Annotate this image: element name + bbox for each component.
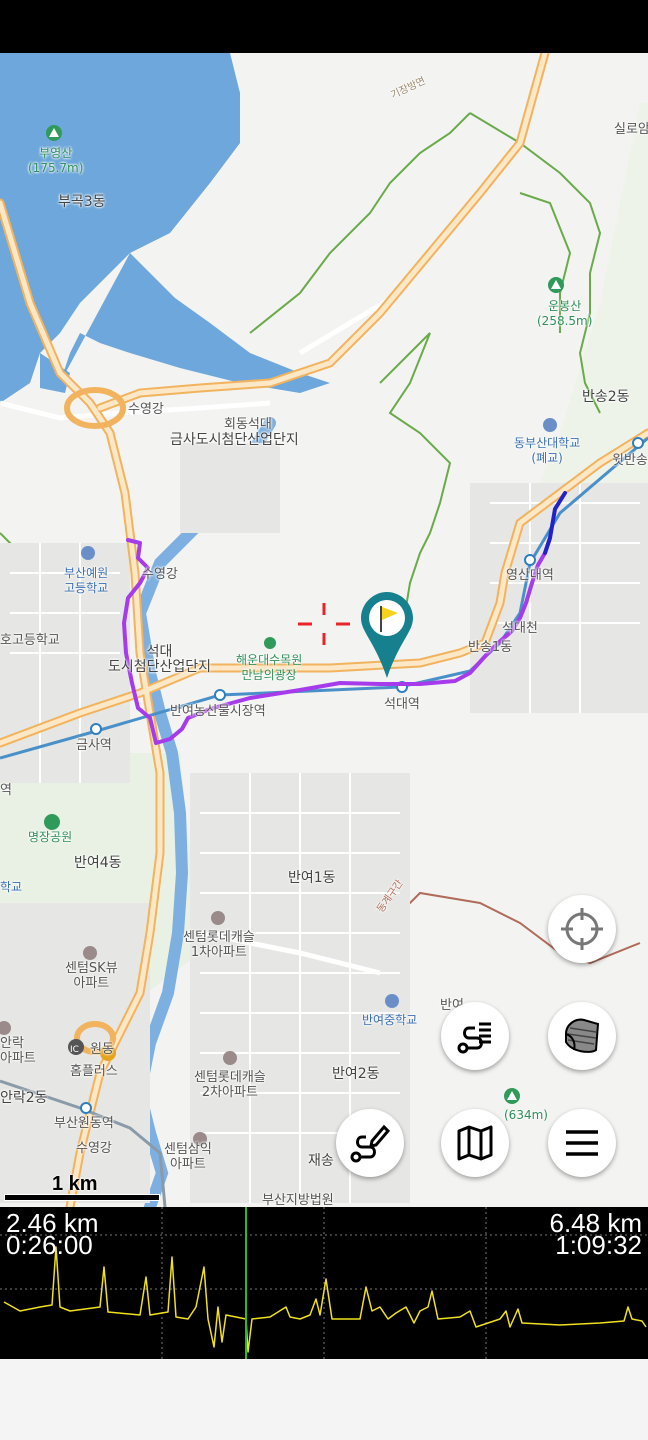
apartment-icon xyxy=(211,911,225,925)
label-mountain: (634m) xyxy=(504,1108,548,1122)
route-list-icon xyxy=(457,1022,491,1054)
crosshair-icon xyxy=(561,908,603,950)
track-list-button[interactable] xyxy=(441,1002,509,1070)
label-place: 윗반송 xyxy=(612,453,648,468)
track-profile[interactable]: 2.46 km 0:26:00 6.48 km 1:09:32 xyxy=(0,1207,648,1359)
label-district: 반송2동 xyxy=(582,389,630,405)
school-icon xyxy=(543,418,557,432)
label-store: 홈플러스 xyxy=(70,1064,118,1079)
layers-icon xyxy=(565,1018,600,1053)
map-icon xyxy=(457,1125,493,1161)
school-icon xyxy=(385,994,399,1008)
menu-button[interactable] xyxy=(548,1109,616,1177)
label-district: 부곡3동 xyxy=(58,194,106,210)
label-district: 재송 xyxy=(308,1153,334,1169)
label-place: 실로암 xyxy=(614,122,648,137)
label-complex: 석대 도시첨단산업단지 xyxy=(108,644,212,675)
label-district: 반송1동 xyxy=(468,640,513,655)
label-park: 명장공원 xyxy=(28,830,73,844)
bottom-area xyxy=(0,1359,648,1440)
label-school: 학교 xyxy=(0,880,23,894)
label-ic: IC xyxy=(70,1045,79,1055)
label-school: 부산예원 고등학교 xyxy=(64,566,109,595)
label-apartment: 센텀삼익 아파트 xyxy=(164,1142,212,1172)
right-time: 1:09:32 xyxy=(555,1230,642,1260)
label-apartment: 안락 아파트 xyxy=(0,1036,36,1066)
left-time: 0:26:00 xyxy=(6,1230,93,1260)
label-river: 수영강 xyxy=(142,567,178,582)
label-station: 석대역 xyxy=(384,697,420,712)
layers-button[interactable] xyxy=(548,1002,616,1070)
label-station: 금사역 xyxy=(76,738,112,753)
label-apartment: 센텀롯데캐슬 2차아파트 xyxy=(194,1070,266,1100)
label-district: 반여1동 xyxy=(288,870,336,886)
label-apartment: 센텀롯데캐슬 1차아파트 xyxy=(183,930,255,960)
label-station: 영산대역 xyxy=(506,568,554,583)
school-icon xyxy=(81,546,95,560)
label-station: 부산원동역 xyxy=(54,1116,114,1131)
label-mountain: 부영산 (175.7m) xyxy=(28,146,84,175)
label-school: 반여중학교 xyxy=(362,1013,418,1027)
route-edit-icon xyxy=(350,1124,391,1163)
map-button[interactable] xyxy=(441,1109,509,1177)
label-school: 동부산대학교 (폐교) xyxy=(514,436,581,465)
label-district: 반여2동 xyxy=(332,1066,380,1082)
label-complex: 금사도시첨단산업단지 xyxy=(170,432,299,448)
label-station: 반여농산물시장역 xyxy=(170,704,266,719)
arboretum-icon xyxy=(264,637,276,649)
label-place: 회동석대 xyxy=(224,417,272,432)
label-stream: 석대천 xyxy=(502,621,538,636)
label-district: 반여4동 xyxy=(74,855,122,871)
label-arboretum: 해운대수목원 만남의광장 xyxy=(236,653,303,682)
status-bar xyxy=(0,0,648,53)
label-river: 수영강 xyxy=(128,402,164,417)
locate-button[interactable] xyxy=(548,895,616,963)
profile-line xyxy=(3,1246,647,1353)
label-place: 원동 xyxy=(90,1042,114,1057)
park-icon xyxy=(44,814,60,830)
label-mountain: 운봉산 (258.5m) xyxy=(537,299,593,328)
apartment-icon xyxy=(223,1051,237,1065)
label-station: 역 xyxy=(0,783,12,798)
apartment-icon xyxy=(83,946,97,960)
label-apartment: 센텀SK뷰 아파트 xyxy=(65,961,118,991)
label-school: 호고등학교 xyxy=(0,633,60,648)
scale-bar: 1 km xyxy=(4,1173,160,1201)
label-court: 부산지방법원 xyxy=(262,1193,334,1207)
hamburger-icon xyxy=(566,1130,598,1156)
center-crosshair xyxy=(298,603,350,645)
label-river: 수영강 xyxy=(76,1141,112,1156)
scale-label: 1 km xyxy=(52,1173,98,1195)
label-district: 안락2동 xyxy=(0,1090,48,1106)
record-route-button[interactable] xyxy=(336,1109,404,1177)
map-view[interactable]: 부영산 (175.7m) 부곡3동 운봉산 (258.5m) 실로암 반송2동 동부… xyxy=(0,53,648,1207)
